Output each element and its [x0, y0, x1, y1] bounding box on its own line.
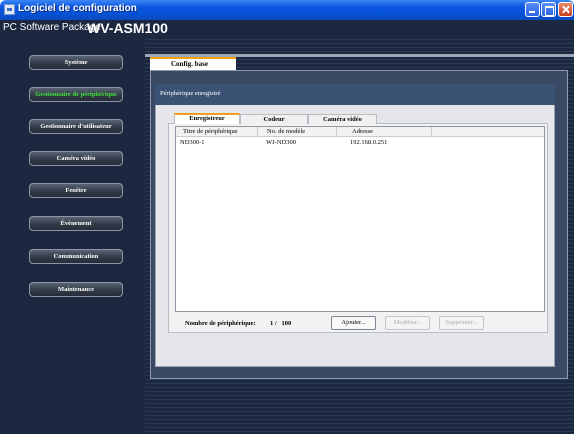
add-button[interactable]: Ajouter... [331, 316, 376, 330]
modify-button[interactable]: Modifier... [385, 316, 430, 330]
app-header: PC Software Package WV-ASM100 [0, 20, 574, 36]
cell-model[interactable]: WJ-ND300 [266, 139, 296, 146]
column-divider[interactable] [431, 127, 432, 137]
product-model: WV-ASM100 [87, 20, 168, 36]
maximize-button[interactable] [541, 2, 556, 17]
window-title: Logiciel de configuration [18, 3, 137, 14]
sidebar-item-device-manager[interactable]: Gestionnaire de périphérique [29, 87, 123, 102]
sidebar-item-camera[interactable]: Caméra vidéo [29, 151, 123, 166]
sidebar-item-systeme[interactable]: Système [29, 55, 123, 70]
close-button[interactable] [558, 2, 573, 17]
column-divider[interactable] [257, 127, 258, 137]
tab-config-base[interactable]: Config. base [150, 57, 236, 71]
sidebar-item-maintenance[interactable]: Maintenance [29, 282, 123, 297]
sidebar-item-user-manager[interactable]: Gestionnaire d'utilisateur [29, 119, 123, 134]
minimize-button[interactable] [525, 2, 540, 17]
panel-title: Périphérique enregistré [160, 90, 221, 97]
column-header-device-title[interactable]: Titre de périphérique [183, 128, 238, 135]
sidebar-item-event[interactable]: Évènement [29, 216, 123, 231]
column-divider[interactable] [336, 127, 337, 137]
sidebar-item-communication[interactable]: Communication [29, 249, 123, 264]
app-icon[interactable] [4, 4, 15, 15]
tab-camera[interactable]: Caméra vidéo [308, 114, 377, 124]
column-header-address[interactable]: Adresse [352, 128, 373, 135]
delete-button[interactable]: Supprimer... [439, 316, 484, 330]
device-count-value: 1 / 100 [270, 320, 292, 327]
device-list[interactable] [175, 126, 545, 312]
device-count-label: Nombre de périphérique: [185, 320, 256, 327]
column-header-model[interactable]: No. de modèle [267, 128, 305, 135]
tab-recorder[interactable]: Enregistreur [174, 113, 240, 124]
tab-encoder[interactable]: Codeur [240, 114, 308, 124]
cell-device-title[interactable]: ND300-1 [180, 139, 205, 146]
title-bar: Logiciel de configuration [0, 0, 574, 20]
cell-address[interactable]: 192.168.0.251 [350, 139, 387, 146]
sidebar-item-window[interactable]: Fenêtre [29, 183, 123, 198]
